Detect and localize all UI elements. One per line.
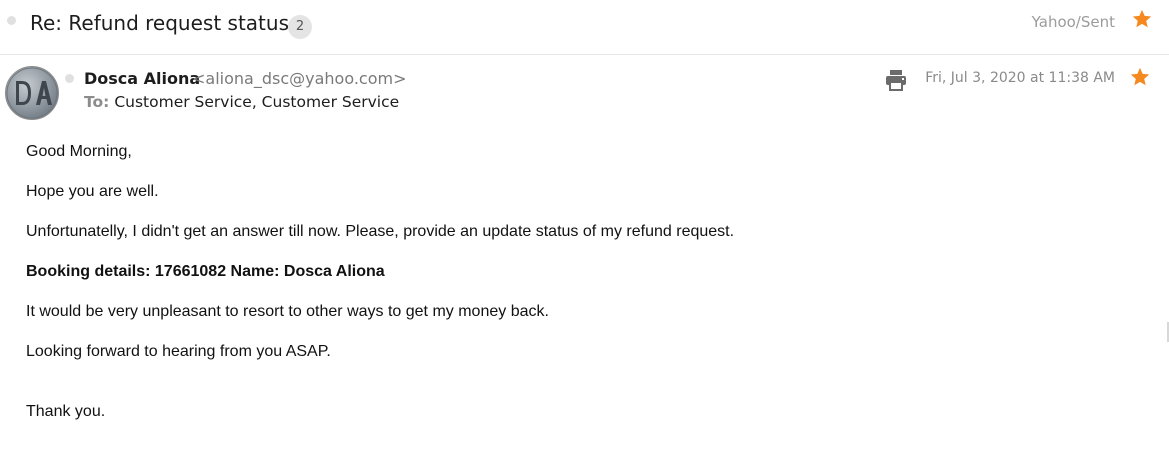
to-label: To: (84, 93, 110, 111)
thread-header: Re: Refund request status 2 Yahoo/Sent (0, 0, 1169, 55)
message-star-icon[interactable] (1129, 66, 1151, 88)
recipient-names[interactable]: Customer Service, Customer Service (114, 93, 399, 111)
sender-name[interactable]: Dosca Aliona (84, 69, 200, 88)
body-line-wellwish: Hope you are well. (26, 183, 159, 200)
body-line-request: Unfortunatelly, I didn't get an answer t… (26, 223, 735, 240)
message-count-badge: 2 (288, 15, 312, 39)
avatar[interactable] (5, 66, 59, 120)
message-date: Fri, Jul 3, 2020 at 11:38 AM (925, 70, 1115, 86)
folder-label[interactable]: Yahoo/Sent (1032, 13, 1115, 31)
status-dot-icon (65, 74, 74, 83)
unread-dot-icon (7, 16, 16, 25)
body-line-greeting: Good Morning, (26, 143, 132, 160)
print-icon[interactable] (884, 68, 908, 92)
avatar-image (6, 67, 58, 119)
star-icon[interactable] (1131, 8, 1153, 30)
body-line-closing: Looking forward to hearing from you ASAP… (26, 343, 331, 360)
body-line-warning: It would be very unpleasant to resort to… (26, 303, 549, 320)
sender-email[interactable]: <aliona_dsc@yahoo.com> (192, 69, 407, 88)
body-line-booking: Booking details: 17661082 Name: Dosca Al… (26, 263, 385, 280)
recipients-line: To: Customer Service, Customer Service (84, 93, 399, 111)
thread-subject: Re: Refund request status (30, 11, 289, 35)
body-line-signoff: Thank you. (26, 403, 106, 420)
